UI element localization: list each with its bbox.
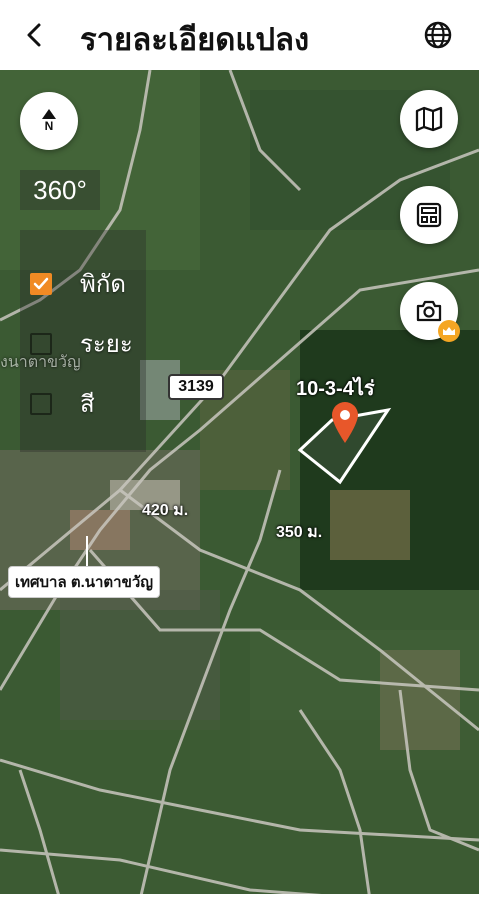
distance-label: 350 ม. [276, 524, 323, 541]
satellite-map[interactable]: N 360° พิกัด ระยะ สี 3139 งนาตาขวัญ 10-3… [0, 70, 479, 900]
place-name-label[interactable]: เทศบาล ต.นาตาขวัญ [8, 566, 161, 598]
back-arrow-icon[interactable] [18, 18, 52, 52]
globe-icon[interactable] [423, 20, 453, 50]
location-pin-icon[interactable] [330, 400, 360, 449]
distance-label: 420 ม. [142, 502, 189, 519]
page-title: รายละเอียดแปลง [80, 22, 310, 57]
bottom-edge [0, 894, 479, 900]
header-bar: รายละเอียดแปลง [0, 0, 479, 70]
plot-boundary [297, 407, 392, 485]
place-marker [86, 536, 88, 566]
